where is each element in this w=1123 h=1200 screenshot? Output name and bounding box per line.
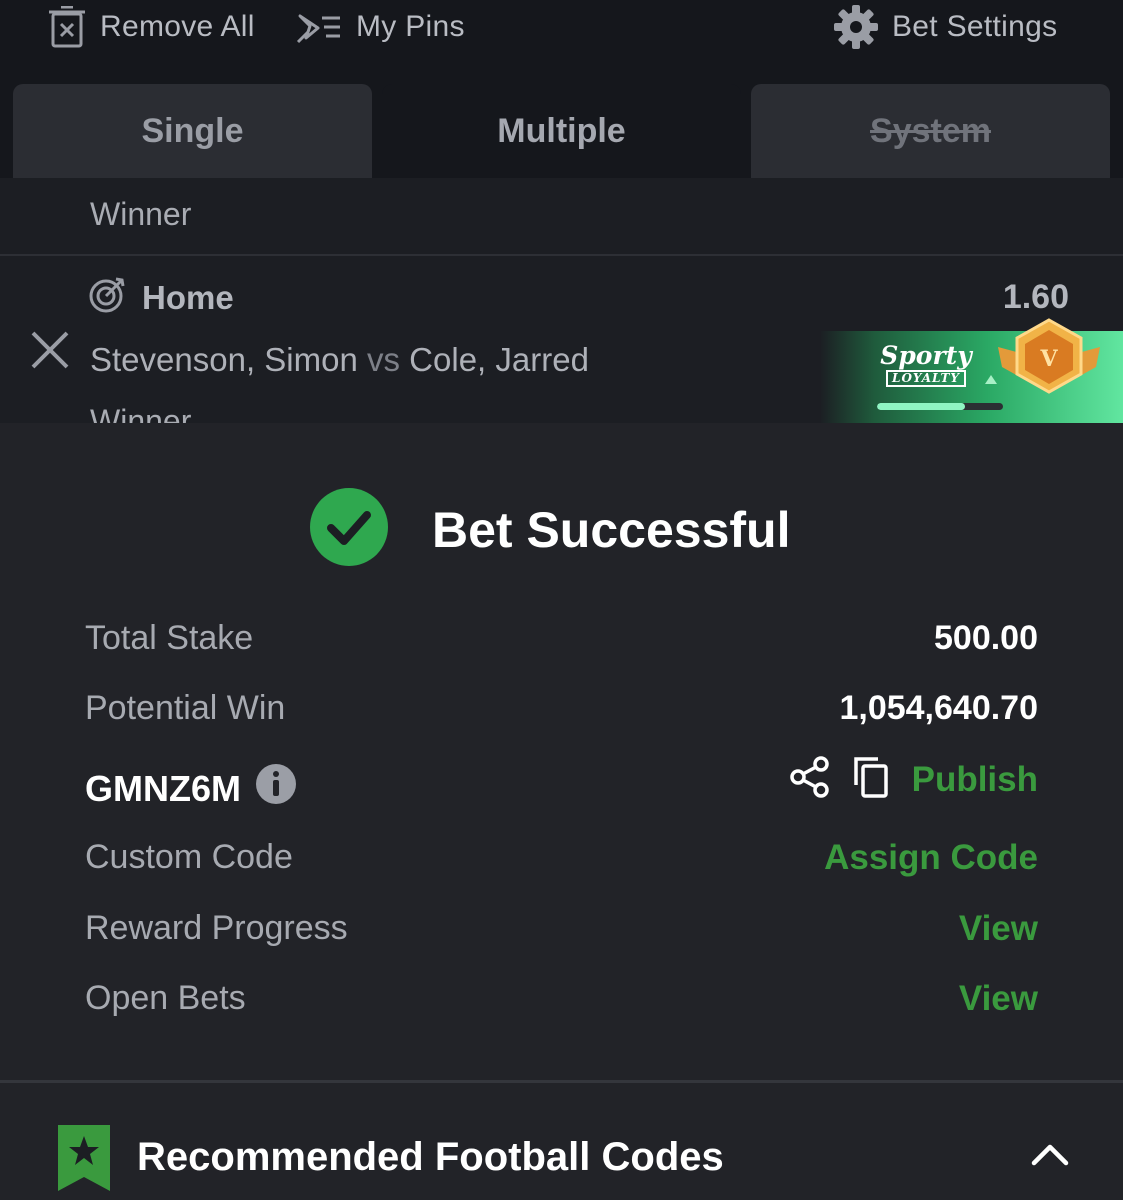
recommended-codes-header[interactable]: Recommended Football Codes: [0, 1083, 1123, 1200]
bookmark-star-icon: [58, 1125, 110, 1196]
open-bets-row: Open Bets View: [85, 979, 1038, 1029]
vs-separator: vs: [367, 341, 400, 378]
away-player: Cole, Jarred: [409, 341, 589, 378]
assign-code-link[interactable]: Assign Code: [824, 838, 1038, 878]
copy-icon[interactable]: [852, 755, 890, 804]
selection-odds: 1.60: [1002, 278, 1069, 316]
reward-progress-view-link[interactable]: View: [959, 909, 1038, 949]
info-icon[interactable]: [255, 763, 297, 814]
tab-single[interactable]: Single: [13, 84, 372, 178]
reward-progress-row: Reward Progress View: [85, 909, 1038, 959]
my-pins-label: My Pins: [356, 10, 465, 43]
share-icon[interactable]: [789, 756, 830, 803]
remove-all-button[interactable]: Remove All: [48, 0, 255, 54]
booking-code-value: GMNZ6M: [85, 767, 241, 809]
tab-multiple[interactable]: Multiple: [382, 84, 741, 178]
reward-progress-label: Reward Progress: [85, 909, 348, 947]
bet-success-sheet: Bet Successful Total Stake 500.00 Potent…: [0, 423, 1123, 1200]
tab-system[interactable]: System: [751, 84, 1110, 178]
sporty-loyalty-logo: Sporty LOYALTY: [876, 343, 976, 387]
total-stake-value: 500.00: [934, 619, 1038, 657]
potential-win-value: 1,054,640.70: [839, 689, 1038, 727]
selection-match: Stevenson, Simon vs Cole, Jarred: [90, 341, 589, 379]
potential-win-row: Potential Win 1,054,640.70: [85, 689, 1038, 739]
home-player: Stevenson, Simon: [90, 341, 358, 378]
loyalty-progress-bar: [877, 403, 1003, 410]
selection-pick: Home: [88, 276, 234, 319]
booking-code-row: GMNZ6M Publish: [85, 756, 1038, 814]
gear-icon: [834, 5, 878, 49]
chevron-up-icon[interactable]: [1030, 1141, 1070, 1172]
total-stake-label: Total Stake: [85, 619, 254, 657]
booking-code: GMNZ6M: [85, 763, 297, 814]
trash-x-icon: [48, 6, 86, 48]
selection-divider: [0, 254, 1123, 256]
betslip-toolbar: Remove All My Pins Bet Settings: [0, 0, 1123, 70]
loyalty-progress-fill: [877, 403, 966, 410]
sporty-loyalty-banner[interactable]: Sporty LOYALTY V: [820, 318, 1123, 423]
code-actions: Publish: [789, 755, 1038, 804]
loyalty-program: LOYALTY: [886, 370, 966, 387]
potential-win-label: Potential Win: [85, 689, 286, 727]
previous-selection-market: Winner: [90, 196, 192, 232]
open-bets-label: Open Bets: [85, 979, 246, 1017]
recommended-title: Recommended Football Codes: [137, 1135, 724, 1179]
selection-market: Winner: [90, 403, 192, 423]
my-pins-button[interactable]: My Pins: [296, 0, 465, 54]
bet-settings-button[interactable]: Bet Settings: [834, 0, 1057, 54]
loyalty-brand: Sporty: [880, 341, 972, 370]
betslip-screen: Remove All My Pins Bet Settings Single M…: [0, 0, 1123, 1200]
pin-list-icon: [296, 10, 342, 44]
bet-settings-label: Bet Settings: [892, 10, 1058, 43]
tier-letter: V: [1039, 346, 1058, 372]
total-stake-row: Total Stake 500.00: [85, 619, 1038, 669]
success-title: Bet Successful: [432, 502, 791, 558]
check-circle-icon: [309, 487, 389, 572]
publish-link[interactable]: Publish: [912, 760, 1038, 800]
open-bets-view-link[interactable]: View: [959, 979, 1038, 1019]
success-header: Bet Successful: [0, 483, 1123, 569]
bet-type-tabs: Single Multiple System: [0, 70, 1123, 178]
remove-selection-close-icon[interactable]: [30, 330, 70, 375]
tier-badge-icon: V: [994, 317, 1104, 412]
selection-pick-name: Home: [142, 278, 234, 316]
target-icon: [88, 276, 126, 319]
custom-code-row: Custom Code Assign Code: [85, 838, 1038, 888]
remove-all-label: Remove All: [100, 10, 255, 43]
custom-code-label: Custom Code: [85, 838, 293, 876]
